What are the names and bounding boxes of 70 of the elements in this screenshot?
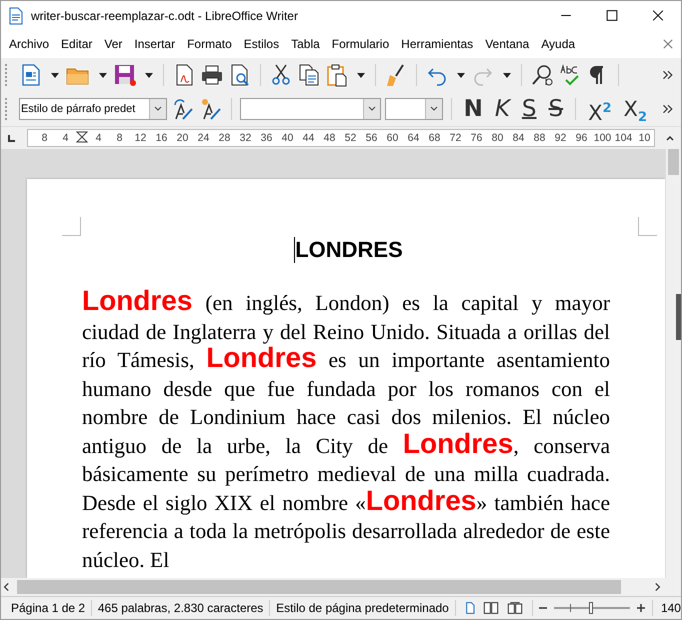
ruler-number: 96 — [574, 132, 588, 144]
ruler-number: 36 — [260, 132, 274, 144]
ruler-number: 104 — [614, 132, 634, 144]
ruler-number: 32 — [238, 132, 252, 144]
subscript-button[interactable]: X$_{2}$ — [620, 95, 651, 123]
ruler-number: 4 — [62, 132, 70, 144]
tab-stop-icon[interactable] — [7, 133, 17, 143]
menu-item[interactable]: Insertar — [128, 37, 182, 51]
heading: LONDRES — [295, 236, 403, 264]
page-style: Estilo de página predeterminado — [276, 601, 449, 615]
menu-item[interactable]: Formato — [181, 37, 238, 51]
menu-item[interactable]: Ventana — [479, 37, 536, 51]
ruler-number: 64 — [406, 132, 420, 144]
ruler-number: 100 — [592, 132, 612, 144]
ruler-number: 68 — [428, 132, 442, 144]
ruler-number: 56 — [364, 132, 378, 144]
ruler-number: 40 — [280, 132, 294, 144]
underline-button[interactable]: S — [518, 95, 541, 123]
ruler-number: 20 — [176, 132, 190, 144]
menu-item[interactable]: Ayuda — [535, 37, 582, 51]
clipboard-icon[interactable] — [325, 63, 349, 87]
ruler-number: 92 — [554, 132, 568, 144]
ruler-number: 12 — [134, 132, 148, 144]
vertical-scrollbar[interactable] — [665, 149, 681, 578]
menu-item[interactable]: Estilos — [238, 37, 286, 51]
menu-item[interactable]: Archivo — [3, 37, 56, 51]
font-size-field[interactable] — [385, 98, 443, 120]
zoom-in-icon[interactable] — [636, 603, 646, 613]
window-title: writer-buscar-reemplazar-c.odt - LibreOffice Writer — [31, 8, 299, 22]
save-icon[interactable] — [113, 63, 137, 87]
indent-marker-icon[interactable] — [74, 131, 90, 143]
italic-button[interactable]: K — [490, 95, 514, 123]
ruler-number: 72 — [448, 132, 462, 144]
paragraph-style-dropdown[interactable]: Estilo de párrafo predet — [18, 98, 167, 120]
menu-item[interactable]: Ver — [98, 37, 128, 51]
ruler-number: 80 — [490, 132, 504, 144]
ruler-number: 8 — [40, 132, 48, 144]
copy-icon[interactable] — [297, 63, 321, 87]
ruler-number: 44 — [302, 132, 316, 144]
superscript-button[interactable]: X$^{2}$ — [584, 95, 616, 123]
ruler-number: 10 — [638, 132, 652, 144]
margin-corner-mark — [638, 217, 657, 236]
margin-corner-mark — [62, 217, 81, 236]
ruler-number: 84 — [512, 132, 526, 144]
ruler-number: 60 — [386, 132, 400, 144]
ruler-number: 16 — [154, 132, 168, 144]
ruler-number: 8 — [116, 132, 124, 144]
menu-item[interactable]: Herramientas — [395, 37, 480, 51]
page-count: Página 1 de 2 — [11, 601, 86, 615]
font-name-field[interactable] — [240, 98, 382, 120]
menu-item[interactable]: Editar — [55, 37, 98, 51]
zoom-percentage: 140 — [660, 601, 681, 615]
menu-item[interactable]: Tabla — [285, 37, 326, 51]
strikethrough-button[interactable]: S — [544, 95, 568, 123]
ruler-number: 88 — [532, 132, 546, 144]
ruler-number: 28 — [218, 132, 232, 144]
ruler-number: 24 — [196, 132, 210, 144]
find-replace-icon[interactable] — [530, 63, 554, 87]
bold-button[interactable]: N — [460, 95, 487, 123]
paragraph: Londres (en inglés, London) es la capital y mayor ciudad de Inglaterra y del Reino Unido. Situada a orillas del río Támesis, Londres es un importante asentamiento humano desde que fue fundada por los romanos con el nombre de Londinium hace casi dos milenios. El núcleo antiguo de la urbe, la City de Londres, conserva básicamente su perímetro medieval de una milla cuadrada. Desde el siglo XIX el nombre «Londres» también hace referencia a toda la metrópolis desarrollada alrededor de este núcleo. El — [82, 289, 610, 574]
document-icon — [9, 6, 23, 24]
text-cursor — [294, 237, 296, 263]
ruler-number: 4 — [94, 132, 102, 144]
menu-item[interactable]: Formulario — [326, 37, 396, 51]
ruler-number: 76 — [470, 132, 484, 144]
word-count: 465 palabras, 2.830 caracteres — [98, 601, 264, 615]
ruler-number: 48 — [322, 132, 336, 144]
ruler-number: 52 — [344, 132, 358, 144]
close-icon[interactable] — [663, 39, 673, 49]
printer-icon[interactable] — [200, 63, 224, 87]
